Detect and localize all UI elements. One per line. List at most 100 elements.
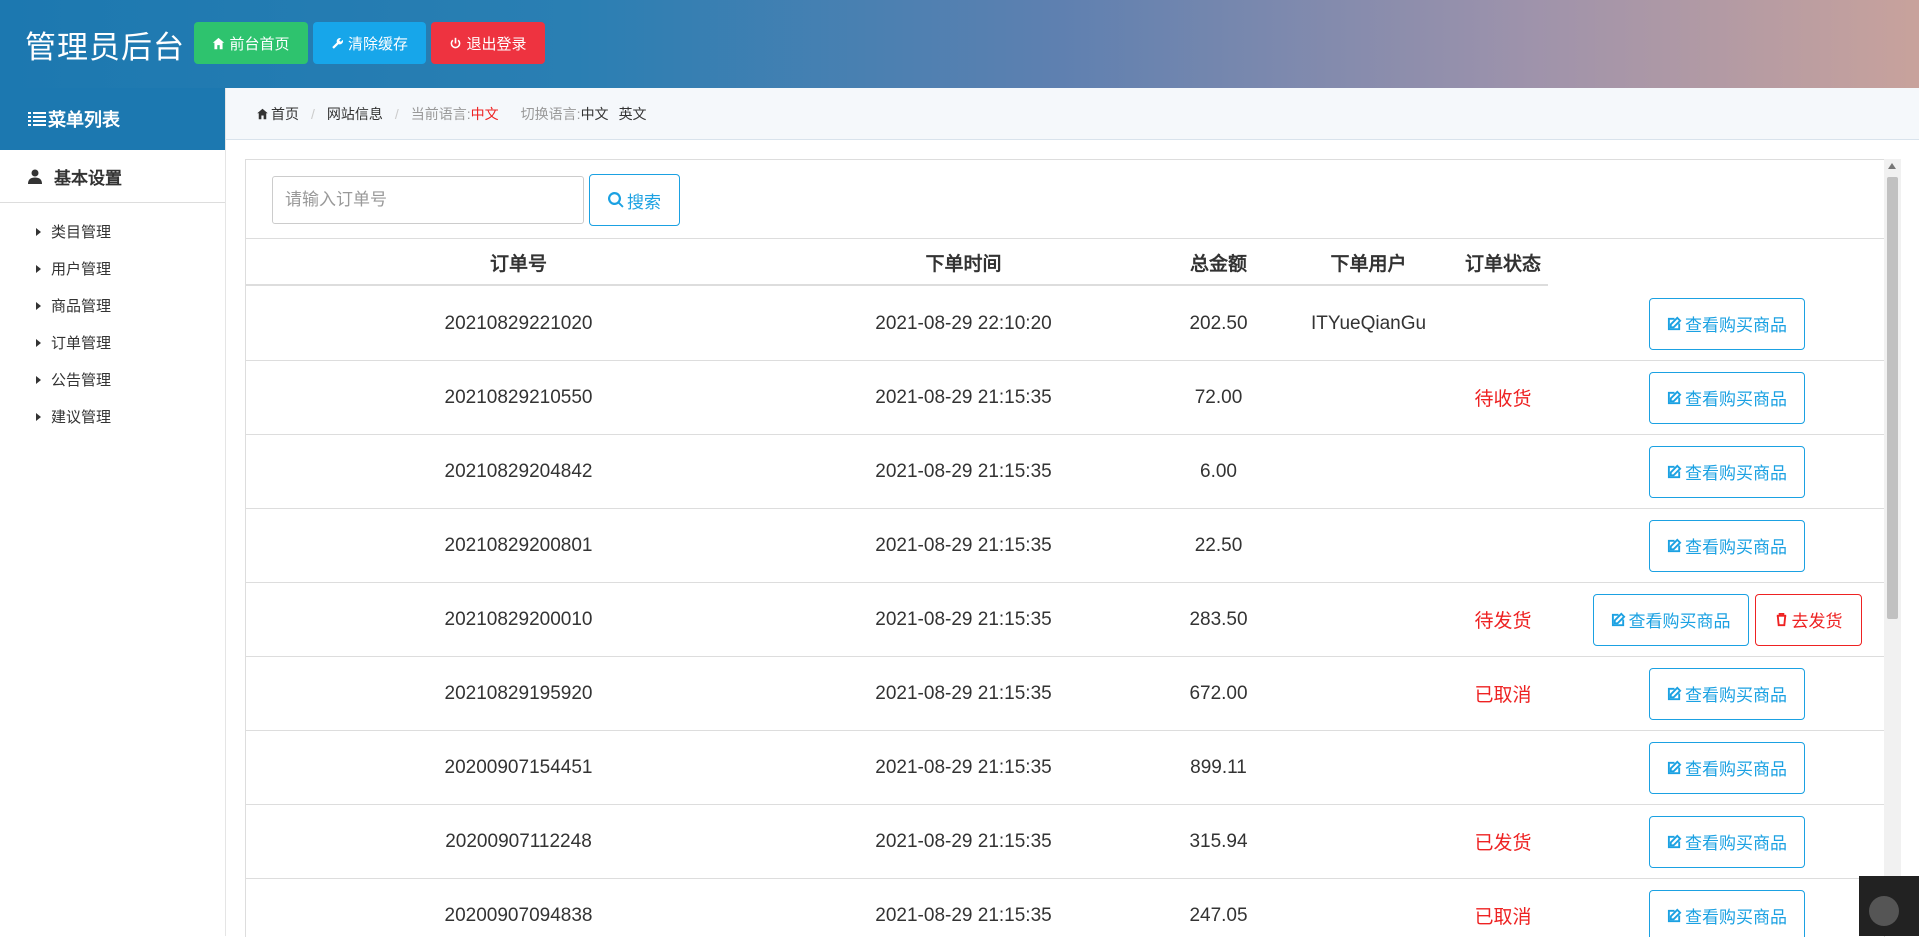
scroll-thumb[interactable]	[1887, 177, 1898, 619]
edit-icon	[1667, 760, 1682, 775]
caret-right-icon	[36, 265, 41, 273]
list-icon	[28, 111, 46, 127]
order-total: 6.00	[1136, 435, 1301, 508]
ship-button[interactable]: 去发货	[1755, 594, 1862, 646]
order-time: 2021-08-29 21:15:35	[791, 657, 1136, 730]
home-button[interactable]: 前台首页	[194, 22, 308, 64]
caret-right-icon	[36, 228, 41, 236]
breadcrumb-separator: /	[311, 106, 315, 122]
order-time: 2021-08-29 21:15:35	[791, 805, 1136, 878]
order-user	[1301, 435, 1436, 508]
menu-title-label: 菜单列表	[48, 106, 120, 132]
order-actions: 查看购买商品 去发货	[1570, 583, 1884, 656]
order-user	[1301, 731, 1436, 804]
view-products-button[interactable]: 查看购买商品	[1649, 372, 1805, 424]
order-user	[1301, 879, 1436, 937]
sidebar-item-category[interactable]: 类目管理	[0, 213, 225, 250]
view-products-button[interactable]: 查看购买商品	[1649, 446, 1805, 498]
order-id: 20200907094838	[246, 879, 791, 937]
sidebar-item-label: 类目管理	[51, 221, 111, 242]
menu-title: 菜单列表	[0, 88, 225, 150]
view-products-button[interactable]: 查看购买商品	[1593, 594, 1749, 646]
power-icon	[449, 37, 462, 50]
header-order-id: 订单号	[246, 239, 791, 286]
view-products-label: 查看购买商品	[1685, 385, 1787, 410]
search-button[interactable]: 搜索	[589, 174, 680, 226]
order-actions: 查看购买商品	[1570, 879, 1884, 937]
view-products-button[interactable]: 查看购买商品	[1649, 742, 1805, 794]
header-total: 总金额	[1136, 239, 1301, 286]
view-products-button[interactable]: 查看购买商品	[1649, 816, 1805, 868]
scroll-up-arrow-icon[interactable]	[1888, 163, 1896, 169]
sidebar-item-users[interactable]: 用户管理	[0, 250, 225, 287]
sidebar-item-suggestions[interactable]: 建议管理	[0, 398, 225, 435]
app-title: 管理员后台	[25, 22, 185, 67]
caret-right-icon	[36, 376, 41, 384]
order-time: 2021-08-29 21:15:35	[791, 435, 1136, 508]
order-actions: 查看购买商品	[1570, 805, 1884, 878]
sidebar-item-notices[interactable]: 公告管理	[0, 361, 225, 398]
order-id: 20210829221020	[246, 287, 791, 360]
top-header: 管理员后台 前台首页 清除缓存 退出登录	[0, 0, 1919, 88]
trash-icon	[1774, 612, 1789, 627]
user-icon	[28, 169, 42, 184]
caret-right-icon	[36, 302, 41, 310]
order-actions: 查看购买商品	[1570, 361, 1884, 434]
sidebar-item-label: 公告管理	[51, 369, 111, 390]
floating-widget[interactable]	[1859, 876, 1919, 936]
sidebar-item-orders[interactable]: 订单管理	[0, 324, 225, 361]
sidebar-group-label: 基本设置	[54, 164, 122, 189]
vertical-scrollbar[interactable]	[1884, 159, 1901, 936]
order-actions: 查看购买商品	[1570, 731, 1884, 804]
edit-icon	[1611, 612, 1626, 627]
lang-zh-link[interactable]: 中文	[581, 104, 609, 124]
home-button-label: 前台首页	[229, 33, 289, 54]
table-row: 202009070948382021-08-29 21:15:35247.05已…	[246, 879, 1884, 937]
order-total: 72.00	[1136, 361, 1301, 434]
table-row: 202108292210202021-08-29 22:10:20202.50I…	[246, 287, 1884, 361]
widget-icon	[1869, 896, 1899, 926]
orders-panel: 搜索 订单号 下单时间 总金额 下单用户 订单状态 20210829221020…	[245, 159, 1885, 937]
clear-cache-button[interactable]: 清除缓存	[313, 22, 426, 64]
view-products-button[interactable]: 查看购买商品	[1649, 890, 1805, 937]
order-actions: 查看购买商品	[1570, 435, 1884, 508]
header-order-time: 下单时间	[791, 239, 1136, 286]
order-time: 2021-08-29 21:15:35	[791, 731, 1136, 804]
logout-button[interactable]: 退出登录	[431, 22, 545, 64]
order-total: 899.11	[1136, 731, 1301, 804]
sidebar-item-products[interactable]: 商品管理	[0, 287, 225, 324]
edit-icon	[1667, 538, 1682, 553]
sidebar-group-basic-settings[interactable]: 基本设置	[0, 150, 225, 203]
edit-icon	[1667, 834, 1682, 849]
caret-right-icon	[36, 339, 41, 347]
view-products-button[interactable]: 查看购买商品	[1649, 668, 1805, 720]
lang-en-link[interactable]: 英文	[619, 104, 647, 124]
order-status: 已取消	[1436, 657, 1570, 730]
search-button-label: 搜索	[627, 188, 661, 213]
order-total: 315.94	[1136, 805, 1301, 878]
order-id: 20200907112248	[246, 805, 791, 878]
breadcrumb-home[interactable]: 首页	[271, 104, 299, 124]
view-products-label: 查看购买商品	[1685, 533, 1787, 558]
current-lang-label: 当前语言:	[411, 104, 471, 124]
view-products-label: 查看购买商品	[1685, 459, 1787, 484]
order-search-input[interactable]	[272, 176, 584, 224]
order-time: 2021-08-29 22:10:20	[791, 287, 1136, 360]
order-id: 20210829200010	[246, 583, 791, 656]
view-products-button[interactable]: 查看购买商品	[1649, 298, 1805, 350]
caret-right-icon	[36, 413, 41, 421]
table-row: 202009071122482021-08-29 21:15:35315.94已…	[246, 805, 1884, 879]
home-icon	[212, 37, 225, 50]
edit-icon	[1667, 390, 1682, 405]
order-user	[1301, 361, 1436, 434]
ship-button-label: 去发货	[1792, 607, 1843, 632]
order-id: 20200907154451	[246, 731, 791, 804]
breadcrumb-section[interactable]: 网站信息	[327, 104, 383, 124]
order-status	[1436, 731, 1570, 804]
table-row: 202108292105502021-08-29 21:15:3572.00待收…	[246, 361, 1884, 435]
view-products-label: 查看购买商品	[1685, 829, 1787, 854]
order-actions: 查看购买商品	[1570, 287, 1884, 360]
header-status: 订单状态	[1436, 239, 1570, 286]
order-actions: 查看购买商品	[1570, 509, 1884, 582]
view-products-button[interactable]: 查看购买商品	[1649, 520, 1805, 572]
